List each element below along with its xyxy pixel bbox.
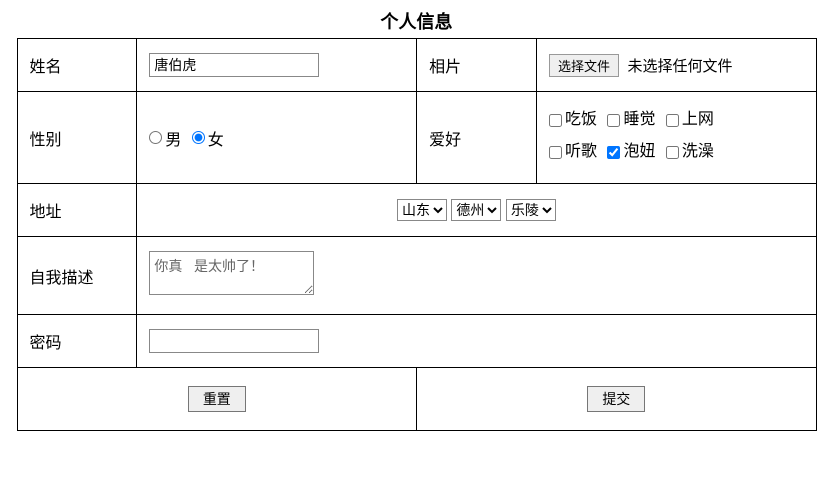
check-sleep[interactable]: 睡觉	[607, 106, 655, 135]
check-bath[interactable]: 洗澡	[666, 138, 714, 167]
cell-password	[137, 315, 816, 368]
check-music-input[interactable]	[549, 146, 562, 159]
label-photo: 相片	[417, 39, 537, 92]
submit-button[interactable]: 提交	[587, 386, 645, 412]
row-description: 自我描述 你真 是太帅了！	[17, 237, 816, 315]
check-flirt[interactable]: 泡妞	[607, 138, 655, 167]
check-bath-input[interactable]	[666, 146, 679, 159]
personal-info-form: 姓名 相片 选择文件 未选择任何文件 性别 男 女 爱好 吃饭	[17, 38, 817, 431]
radio-male[interactable]: 男	[149, 126, 181, 150]
check-music[interactable]: 听歌	[549, 138, 597, 167]
cell-photo-input: 选择文件 未选择任何文件	[536, 39, 816, 92]
description-textarea[interactable]: 你真 是太帅了！	[149, 251, 314, 295]
radio-female[interactable]: 女	[192, 126, 224, 150]
label-gender: 性别	[17, 92, 137, 184]
cell-submit: 提交	[417, 368, 816, 431]
choose-file-button[interactable]: 选择文件	[549, 54, 619, 77]
cell-gender-radios: 男 女	[137, 92, 417, 184]
check-internet-label: 上网	[682, 106, 714, 135]
check-sleep-label: 睡觉	[623, 106, 655, 135]
label-hobby: 爱好	[417, 92, 537, 184]
check-eat-input[interactable]	[549, 114, 562, 127]
check-flirt-label: 泡妞	[623, 138, 655, 167]
password-input[interactable]	[149, 329, 319, 353]
label-password: 密码	[17, 315, 137, 368]
row-name-photo: 姓名 相片 选择文件 未选择任何文件	[17, 39, 816, 92]
select-city[interactable]: 德州	[451, 199, 501, 221]
check-sleep-input[interactable]	[607, 114, 620, 127]
radio-female-label: 女	[208, 126, 224, 150]
check-internet-input[interactable]	[666, 114, 679, 127]
row-password: 密码	[17, 315, 816, 368]
label-description: 自我描述	[17, 237, 137, 315]
label-address: 地址	[17, 184, 137, 237]
check-bath-label: 洗澡	[682, 138, 714, 167]
check-flirt-input[interactable]	[607, 146, 620, 159]
row-address: 地址 山东 德州 乐陵	[17, 184, 816, 237]
reset-button[interactable]: 重置	[188, 386, 246, 412]
name-input[interactable]	[149, 53, 319, 77]
file-status-text: 未选择任何文件	[627, 58, 732, 75]
form-title: 个人信息	[8, 8, 825, 34]
cell-name-input	[137, 39, 417, 92]
label-name: 姓名	[17, 39, 137, 92]
check-eat[interactable]: 吃饭	[549, 106, 597, 135]
check-internet[interactable]: 上网	[666, 106, 714, 135]
select-district[interactable]: 乐陵	[506, 199, 556, 221]
check-music-label: 听歌	[565, 138, 597, 167]
radio-male-input[interactable]	[149, 131, 162, 144]
select-province[interactable]: 山东	[397, 199, 447, 221]
radio-female-input[interactable]	[192, 131, 205, 144]
radio-male-label: 男	[165, 126, 181, 150]
check-eat-label: 吃饭	[565, 106, 597, 135]
cell-address-selects: 山东 德州 乐陵	[137, 184, 816, 237]
row-buttons: 重置 提交	[17, 368, 816, 431]
cell-description: 你真 是太帅了！	[137, 237, 816, 315]
cell-hobby-checks: 吃饭 睡觉 上网 听歌 泡妞 洗澡	[536, 92, 816, 184]
row-gender-hobby: 性别 男 女 爱好 吃饭 睡觉 上网	[17, 92, 816, 184]
cell-reset: 重置	[17, 368, 417, 431]
